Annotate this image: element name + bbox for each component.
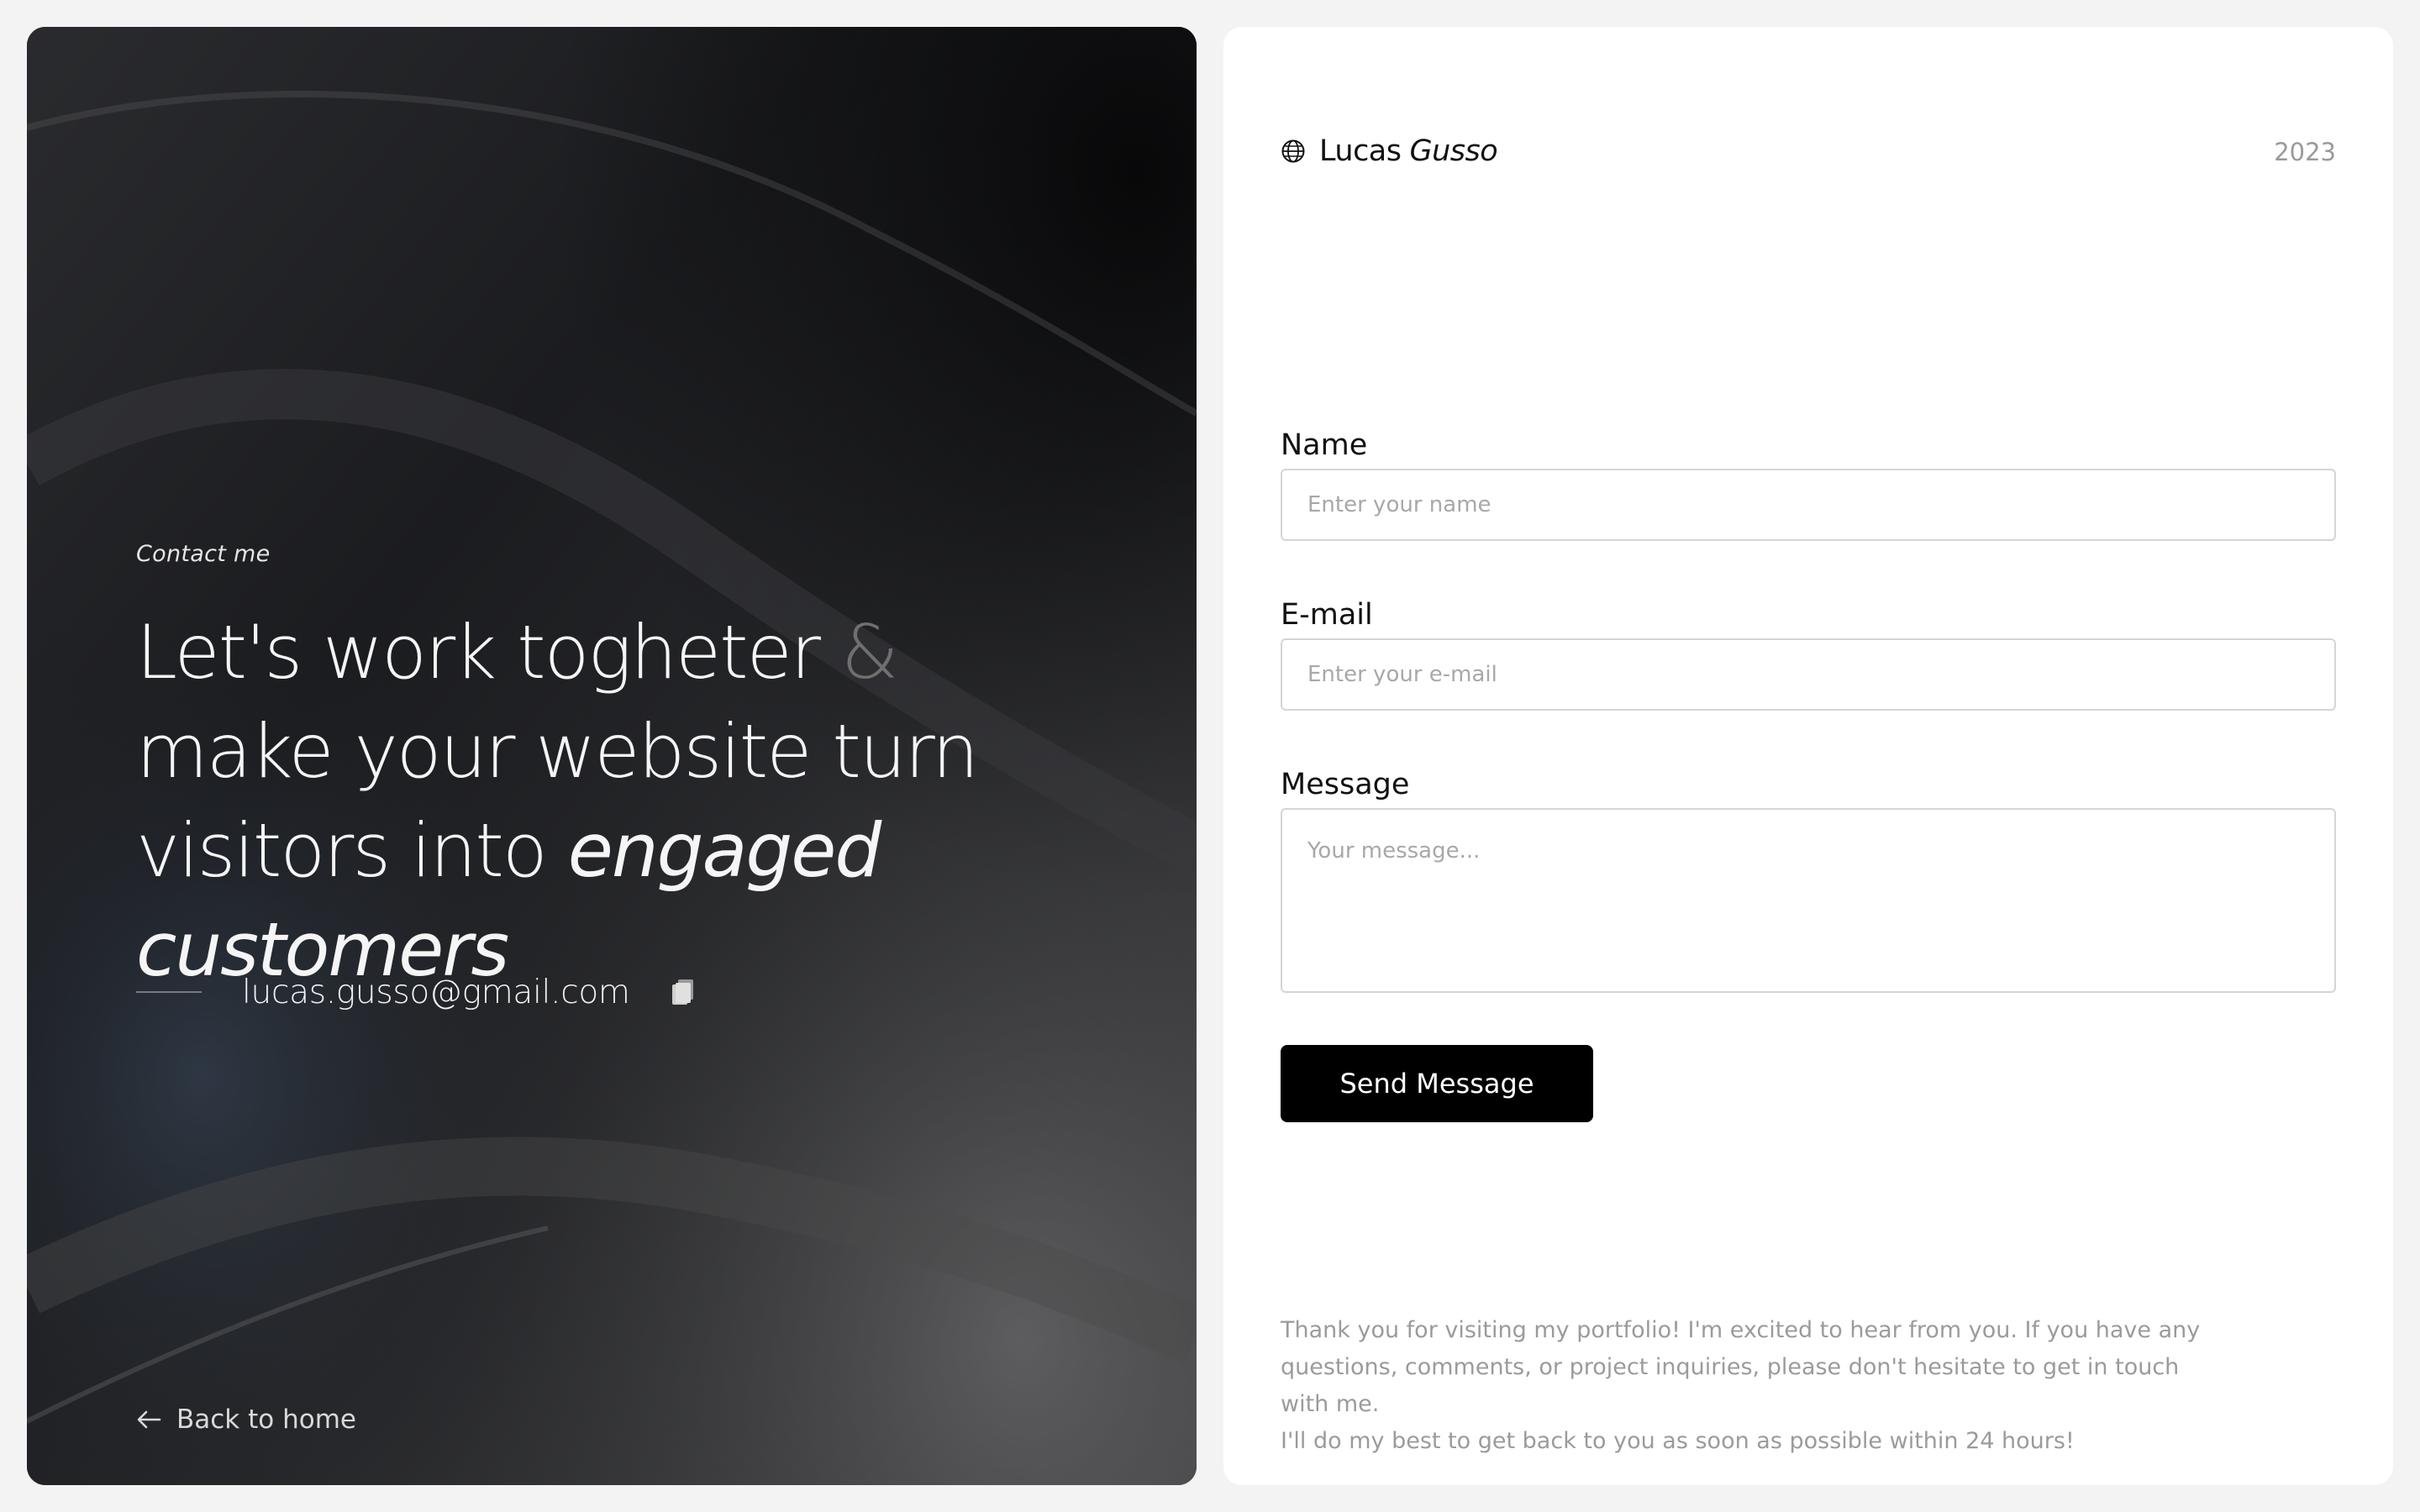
brand-first-name: Lucas (1319, 134, 1402, 168)
hero-panel: Contact me Let's work togheter & make yo… (27, 27, 1197, 1485)
email-divider (136, 991, 202, 993)
arrow-left-icon (136, 1410, 161, 1430)
email-label: E-mail (1281, 598, 1373, 632)
contact-form: Name E-mail Message (1281, 422, 2336, 996)
globe-icon (1281, 139, 1306, 164)
eyebrow-label: Contact me (136, 541, 271, 567)
footer-line-2: questions, comments, or project inquirie… (1281, 1354, 2180, 1417)
footer-note: Thank you for visiting my portfolio! I'm… (1281, 1312, 2205, 1460)
email-input[interactable] (1281, 638, 2336, 711)
message-label: Message (1281, 768, 1410, 801)
email-address[interactable]: lucas.gusso@gmail.com (242, 974, 630, 1011)
copy-email-button[interactable] (669, 976, 697, 1008)
footer-line-3: I'll do my best to get back to you as so… (1281, 1428, 2075, 1454)
headline-part-1: Let's work togheter (136, 609, 821, 696)
contact-form-panel: Lucas Gusso 2023 Name E-mail Message Sen… (1223, 27, 2393, 1485)
copy-icon (671, 978, 696, 1006)
brand-last-name: Gusso (1409, 134, 1498, 168)
headline: Let's work togheter & make your website … (136, 603, 1077, 1000)
brand[interactable]: Lucas Gusso (1281, 134, 1498, 168)
headline-ampersand: & (840, 609, 899, 696)
hero-content: Contact me Let's work togheter & make yo… (136, 27, 1144, 1485)
year-label: 2023 (2274, 138, 2336, 166)
back-to-home-label: Back to home (176, 1404, 356, 1435)
message-textarea[interactable] (1281, 808, 2336, 993)
back-to-home-link[interactable]: Back to home (136, 1404, 356, 1435)
footer-line-1: Thank you for visiting my portfolio! I'm… (1281, 1317, 2201, 1343)
email-row: lucas.gusso@gmail.com (136, 971, 697, 1013)
name-input[interactable] (1281, 469, 2336, 541)
contact-page: Contact me Let's work togheter & make yo… (0, 0, 2420, 1512)
name-label: Name (1281, 428, 1368, 462)
send-message-button[interactable]: Send Message (1281, 1045, 1593, 1122)
